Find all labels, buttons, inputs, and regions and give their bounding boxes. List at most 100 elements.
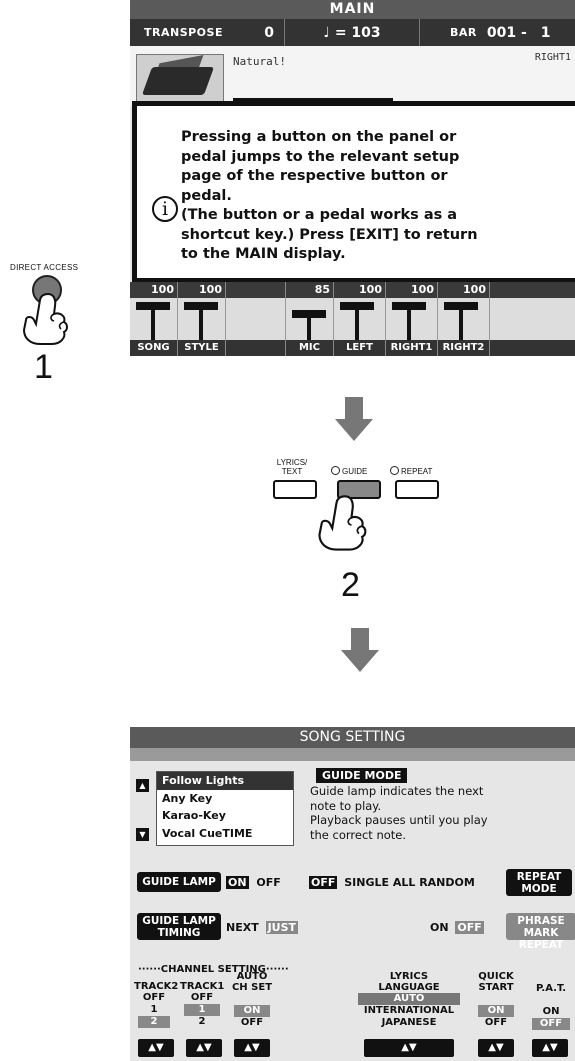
auto-ch-set-updown-button[interactable]: ▲▼: [234, 1039, 270, 1057]
repeat-label: REPEAT: [401, 467, 433, 476]
fader-right1[interactable]: [386, 298, 438, 340]
direct-access-label: DIRECT ACCESS: [10, 263, 79, 272]
main-info-bar: TRANSPOSE 0 ♩ = 103 BAR 001 - 1: [130, 19, 575, 46]
part-label: RIGHT1: [534, 52, 571, 63]
song-setting-display: SONG SETTING ▲ ▼ Follow Lights Any Key K…: [130, 727, 575, 1061]
pat-updown-button[interactable]: ▲▼: [532, 1039, 568, 1057]
fader-stem: [307, 318, 311, 340]
info-message-dialog: i Pressing a button on the panel or peda…: [132, 101, 575, 283]
guide-label: GUIDE: [342, 467, 368, 476]
phrase-mark-repeat-button[interactable]: PHRASE MARK REPEAT: [506, 913, 575, 951]
guide-lamp-off[interactable]: OFF: [256, 876, 280, 889]
track2-ch2[interactable]: 2: [138, 1016, 170, 1028]
song-setting-title: SONG SETTING: [130, 727, 575, 748]
fader-stem: [355, 310, 359, 340]
quick-start-label: QUICK START: [478, 971, 514, 993]
mixer-part-empty: [490, 340, 575, 356]
down-arrow-icon: [341, 628, 379, 672]
mixer-level: 100: [334, 282, 386, 298]
up-arrow-icon[interactable]: ▲: [136, 779, 149, 792]
pat-label: P.A.T.: [535, 983, 567, 994]
fader-knob[interactable]: [184, 302, 218, 310]
mixer-levels: 100 100 85 100 100 100: [130, 282, 575, 298]
fader-stem: [459, 310, 463, 340]
quick-start-off[interactable]: OFF: [474, 1017, 518, 1029]
track1-updown-button[interactable]: ▲▼: [186, 1039, 222, 1057]
step-number-2: 2: [341, 566, 360, 604]
subtitle-bar: [130, 748, 575, 761]
guide-lamp-on[interactable]: ON: [226, 876, 249, 889]
phrase-mark-off[interactable]: OFF: [455, 921, 484, 934]
guide-mode-any-key[interactable]: Any Key: [157, 790, 293, 808]
mixer-part-empty: [226, 340, 286, 356]
fader-knob[interactable]: [444, 302, 478, 310]
fader-mic[interactable]: [286, 298, 334, 340]
mixer-faders: [130, 298, 575, 340]
info-icon: i: [152, 196, 178, 222]
track2-updown-button[interactable]: ▲▼: [138, 1039, 174, 1057]
lyrics-language-label: LYRICS LANGUAGE: [378, 971, 440, 993]
fader-empty: [490, 298, 575, 340]
track2-off[interactable]: OFF: [134, 992, 174, 1004]
fader-empty: [226, 298, 286, 340]
pat-off[interactable]: OFF: [532, 1018, 570, 1030]
repeat-off[interactable]: OFF: [309, 876, 338, 889]
guide-mode-title: GUIDE MODE: [316, 768, 408, 783]
timing-just[interactable]: JUST: [265, 921, 299, 934]
fader-stem: [151, 310, 155, 340]
track1-ch1[interactable]: 1: [184, 1004, 220, 1016]
mixer-part-right1: RIGHT1: [386, 340, 438, 356]
transpose-label: TRANSPOSE: [144, 26, 223, 39]
auto-ch-set-off[interactable]: OFF: [230, 1017, 274, 1029]
track1-off[interactable]: OFF: [180, 992, 224, 1004]
phrase-mark-options: ON OFF: [430, 921, 484, 934]
fader-song[interactable]: [130, 298, 178, 340]
mixer-level: [226, 282, 286, 298]
auto-ch-set-column: AUTO CH SET ON OFF: [230, 971, 274, 1029]
guide-mode-karao-key[interactable]: Karao-Key: [157, 807, 293, 825]
voice-name: Natural!: [233, 55, 286, 68]
lyrics-language-updown-button[interactable]: ▲▼: [364, 1039, 454, 1057]
quick-start-on[interactable]: ON: [478, 1005, 514, 1017]
transpose-value: 0: [264, 24, 274, 41]
main-display: MAIN TRANSPOSE 0 ♩ = 103 BAR 001 - 1 Nat…: [130, 0, 575, 356]
fader-right2[interactable]: [438, 298, 490, 340]
fader-style[interactable]: [178, 298, 226, 340]
main-title: MAIN: [130, 0, 575, 19]
phrase-mark-on[interactable]: ON: [430, 921, 449, 934]
repeat-mode-button[interactable]: REPEAT MODE: [506, 869, 572, 896]
auto-ch-set-label: AUTO CH SET: [231, 971, 273, 993]
fader-knob[interactable]: [292, 310, 326, 318]
track2-ch1[interactable]: 1: [134, 1004, 174, 1016]
piano-voice-image: [136, 54, 224, 104]
repeat-mode-options[interactable]: SINGLE ALL RANDOM: [344, 876, 475, 889]
bar-label: BAR: [450, 26, 477, 39]
fader-knob[interactable]: [136, 302, 170, 310]
down-arrow-icon[interactable]: ▼: [136, 828, 149, 841]
guide-lamp-button[interactable]: GUIDE LAMP: [137, 872, 221, 892]
timing-next[interactable]: NEXT: [226, 921, 259, 934]
repeat-options: OFF SINGLE ALL RANDOM: [309, 876, 475, 889]
guide-lamp-timing-button[interactable]: GUIDE LAMP TIMING: [137, 913, 221, 940]
lyrics-language-international[interactable]: INTERNATIONAL: [358, 1005, 460, 1017]
mixer-level: 100: [130, 282, 178, 298]
auto-ch-set-on[interactable]: ON: [234, 1005, 270, 1017]
fader-knob[interactable]: [340, 302, 374, 310]
lyrics-language-japanese[interactable]: JAPANESE: [358, 1017, 460, 1029]
quick-start-column: QUICK START ON OFF: [474, 971, 518, 1029]
guide-mode-follow-lights[interactable]: Follow Lights: [157, 772, 293, 790]
lyrics-language-auto[interactable]: AUTO: [358, 993, 460, 1005]
bar-value: 001 -: [486, 24, 527, 41]
repeat-lamp-icon: [390, 466, 399, 475]
pat-on[interactable]: ON: [528, 1006, 574, 1018]
guide-mode-vocal-cuetime[interactable]: Vocal CueTIME: [157, 825, 293, 843]
fader-knob[interactable]: [392, 302, 426, 310]
track1-ch2[interactable]: 2: [180, 1016, 224, 1028]
lyrics-text-label: LYRICS/ TEXT: [276, 458, 308, 476]
fader-left[interactable]: [334, 298, 386, 340]
lyrics-text-button[interactable]: [273, 480, 317, 499]
mixer-part-left: LEFT: [334, 340, 386, 356]
pressing-hand-icon: [22, 292, 68, 345]
repeat-button[interactable]: [395, 480, 439, 499]
quick-start-updown-button[interactable]: ▲▼: [478, 1039, 514, 1057]
